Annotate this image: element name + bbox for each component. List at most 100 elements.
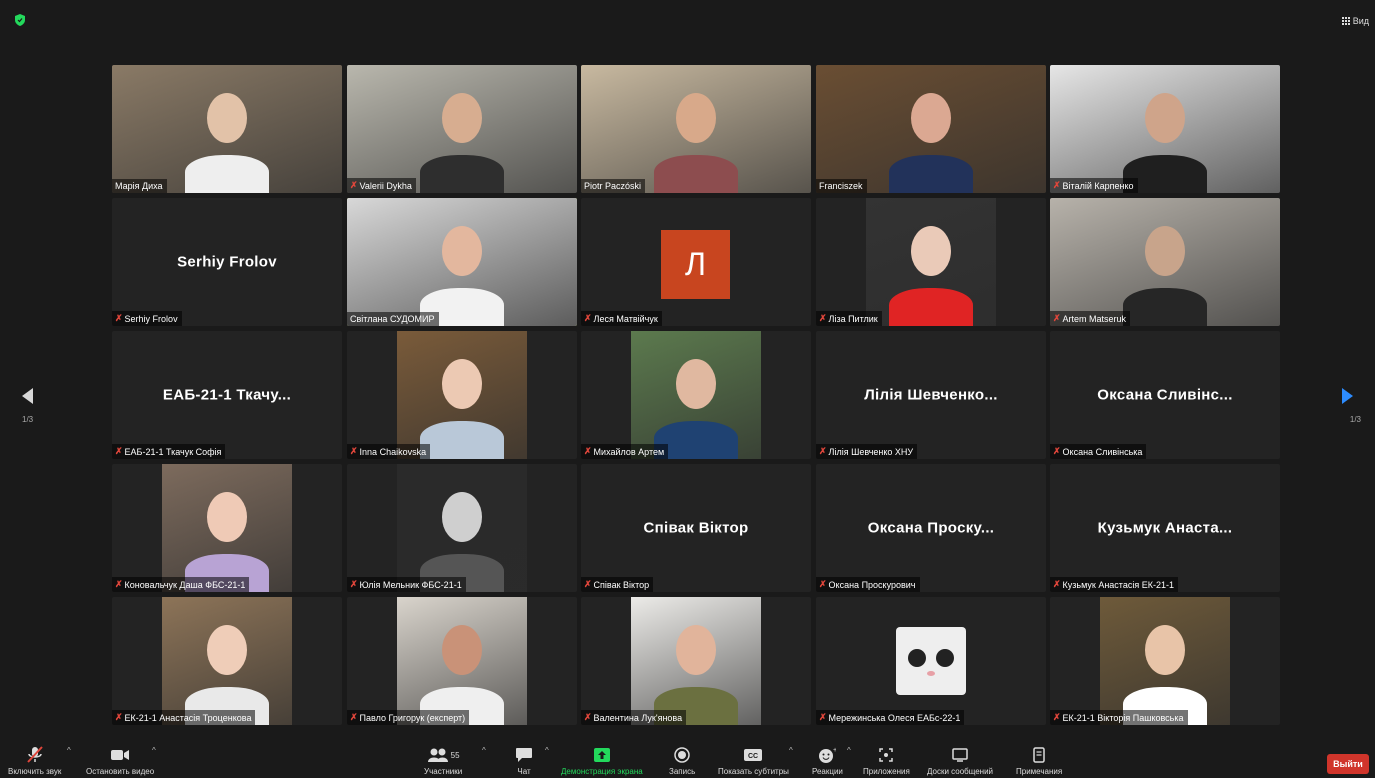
- participant-tile[interactable]: Оксана Сливінс... ✗ Оксана Сливінська: [1050, 331, 1280, 459]
- unmute-button[interactable]: Включить звук: [8, 746, 61, 776]
- participant-name-label: ✗ Леся Матвійчук: [581, 311, 662, 326]
- record-button[interactable]: Запись: [669, 746, 695, 776]
- audio-options-caret-icon[interactable]: ^: [67, 746, 71, 755]
- participants-count: 55: [450, 750, 460, 760]
- participant-name-label: ✗ Співак Віктор: [581, 577, 654, 592]
- participant-name: Юлія Мельник ФБС-21-1: [359, 579, 462, 590]
- participant-tile[interactable]: Serhiy Frolov ✗ Serhiy Frolov: [112, 198, 342, 326]
- muted-microphone-icon: ✗: [115, 313, 123, 323]
- microphone-muted-icon: [26, 746, 43, 763]
- muted-microphone-icon: ✗: [350, 712, 358, 722]
- participant-name: Franciszek: [819, 181, 863, 191]
- muted-microphone-icon: ✗: [115, 712, 123, 722]
- participant-name: Марія Диха: [115, 181, 163, 191]
- notes-button[interactable]: Примечания: [1016, 746, 1062, 776]
- participant-figure: [1123, 288, 1207, 326]
- participant-tile[interactable]: ✗ Віталій Карпенко: [1050, 65, 1280, 193]
- participant-tile[interactable]: ✗ Павло Григорук (експерт): [347, 597, 577, 725]
- participant-tile[interactable]: ✗ Valerii Dykha: [347, 65, 577, 193]
- participant-name: Artem Matseruk: [1062, 313, 1127, 324]
- participant-video: [162, 597, 292, 725]
- svg-text:CC: CC: [748, 753, 758, 760]
- participants-caret-icon[interactable]: ^: [482, 746, 486, 755]
- view-button[interactable]: Вид: [1341, 16, 1369, 26]
- participant-display-name: Оксана Проску...: [867, 519, 995, 537]
- participant-tile[interactable]: ✗ ЕК-21-1 Анастасія Троценкова: [112, 597, 342, 725]
- video-options-caret-icon[interactable]: ^: [152, 746, 156, 755]
- muted-microphone-icon: ✗: [1053, 313, 1061, 323]
- participant-name: ЕАБ-21-1 Ткачук Софія: [124, 446, 222, 457]
- stop-video-button[interactable]: Остановить видео: [86, 746, 154, 776]
- muted-microphone-icon: ✗: [819, 712, 827, 722]
- participant-tile[interactable]: ✗ Коновальчук Даша ФБС-21-1: [112, 464, 342, 592]
- participant-video: [112, 65, 342, 193]
- participant-display-name: Кузьмук Анаста...: [1097, 519, 1233, 537]
- participant-tile[interactable]: ✗ Мережинська Олеся ЕАБс-22-1: [816, 597, 1046, 725]
- record-icon: [674, 747, 690, 763]
- participant-display-name: Лілія Шевченко...: [864, 386, 998, 404]
- apps-icon: [879, 748, 894, 762]
- participant-tile[interactable]: ЕАБ-21-1 Ткачу... ✗ ЕАБ-21-1 Ткачук Софія: [112, 331, 342, 459]
- reactions-button[interactable]: + Реакции: [812, 746, 843, 776]
- security-shield-icon[interactable]: [14, 14, 26, 26]
- participant-name: Serhiy Frolov: [124, 313, 178, 324]
- participant-tile[interactable]: Марія Диха: [112, 65, 342, 193]
- participant-tile[interactable]: Л ✗ Леся Матвійчук: [581, 198, 811, 326]
- next-page-arrow-icon[interactable]: [1342, 388, 1353, 404]
- smile-reaction-icon: +: [819, 747, 836, 763]
- participant-name: Валентина Лук'янова: [593, 712, 683, 723]
- participant-tile[interactable]: ✗ Inna Chaikovska: [347, 331, 577, 459]
- participant-name: ЕК-21-1 Вікторія Пашковська: [1062, 712, 1184, 723]
- participant-tile[interactable]: Лілія Шевченко... ✗ Лілія Шевченко ХНУ: [816, 331, 1046, 459]
- participant-face: [207, 492, 247, 542]
- muted-microphone-icon: ✗: [115, 446, 123, 456]
- participants-icon: [427, 748, 448, 762]
- reactions-caret-icon[interactable]: ^: [847, 746, 851, 755]
- participant-video: [1050, 65, 1280, 193]
- participant-name-label: ✗ Оксана Проскурович: [816, 577, 920, 592]
- participant-tile[interactable]: ✗ Михайлов Артем: [581, 331, 811, 459]
- leave-meeting-button[interactable]: Выйти: [1327, 754, 1369, 774]
- participant-face: [207, 93, 247, 143]
- captions-button[interactable]: CC Показать субтитры: [718, 746, 789, 776]
- share-screen-button[interactable]: Демонстрация экрана: [561, 746, 643, 776]
- participant-name: Ліза Питлик: [828, 313, 878, 324]
- participant-tile[interactable]: Franciszek: [816, 65, 1046, 193]
- muted-microphone-icon: ✗: [819, 579, 827, 589]
- participant-tile[interactable]: ✗ Валентина Лук'янова: [581, 597, 811, 725]
- apps-button[interactable]: Приложения: [863, 746, 910, 776]
- previous-page-arrow-icon[interactable]: [22, 388, 33, 404]
- whiteboards-label: Доски сообщений: [927, 767, 994, 776]
- captions-label: Показать субтитры: [718, 767, 789, 776]
- participant-tile[interactable]: Світлана СУДОМИР: [347, 198, 577, 326]
- participant-video: [162, 464, 292, 592]
- participant-tile[interactable]: ✗ Ліза Питлик: [816, 198, 1046, 326]
- participants-label: Участники: [424, 767, 463, 776]
- participant-name: Леся Матвійчук: [593, 313, 658, 324]
- participant-display-name: ЕАБ-21-1 Ткачу...: [162, 386, 292, 404]
- participant-tile[interactable]: Piotr Paczóski: [581, 65, 811, 193]
- participant-face: [911, 93, 951, 143]
- view-label: Вид: [1352, 16, 1369, 26]
- participant-name: Piotr Paczóski: [584, 181, 642, 191]
- chat-button[interactable]: Чат: [515, 746, 533, 776]
- participant-tile[interactable]: Оксана Проску... ✗ Оксана Проскурович: [816, 464, 1046, 592]
- captions-caret-icon[interactable]: ^: [789, 746, 793, 755]
- chat-caret-icon[interactable]: ^: [545, 746, 549, 755]
- participants-button[interactable]: 55 Участники: [424, 746, 462, 776]
- participant-tile[interactable]: ✗ ЕК-21-1 Вікторія Пашковська: [1050, 597, 1280, 725]
- participant-display-name: Serhiy Frolov: [177, 253, 277, 271]
- participant-tile[interactable]: ✗ Artem Matseruk: [1050, 198, 1280, 326]
- participant-tile[interactable]: Кузьмук Анаста... ✗ Кузьмук Анастасія ЕК-2…: [1050, 464, 1280, 592]
- participant-video: [347, 65, 577, 193]
- participant-display-name: Оксана Сливінс...: [1097, 386, 1233, 404]
- participant-video: [397, 597, 527, 725]
- participant-tile[interactable]: Співак Віктор ✗ Співак Віктор: [581, 464, 811, 592]
- whiteboard-icon: [952, 748, 968, 762]
- participant-tile[interactable]: ✗ Юлія Мельник ФБС-21-1: [347, 464, 577, 592]
- muted-microphone-icon: ✗: [1053, 180, 1061, 190]
- participant-face: [911, 226, 951, 276]
- whiteboards-button[interactable]: Доски сообщений: [927, 746, 993, 776]
- stop-video-label: Остановить видео: [86, 767, 155, 776]
- muted-microphone-icon: ✗: [1053, 579, 1061, 589]
